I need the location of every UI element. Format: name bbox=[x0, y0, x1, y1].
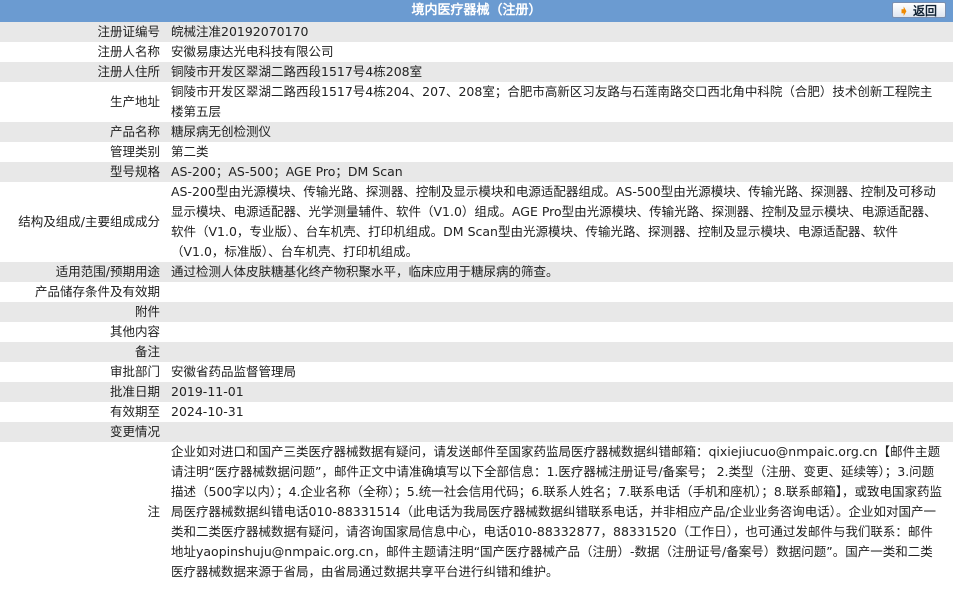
table-row: 变更情况 bbox=[0, 422, 953, 442]
table-row: 生产地址 铜陵市开发区翠湖二路西段1517号4栋204、207、208室；合肥市高… bbox=[0, 82, 953, 122]
table-row: 批准日期 2019-11-01 bbox=[0, 382, 953, 402]
arrow-right-icon: ➧ bbox=[898, 4, 909, 18]
field-label: 产品名称 bbox=[109, 124, 160, 139]
field-label: 有效期至 bbox=[109, 404, 160, 419]
table-row: 结构及组成/主要组成成分 AS-200型由光源模块、传输光路、探测器、控制及显示模… bbox=[0, 182, 953, 262]
field-value: 皖械注准20192070170 bbox=[171, 24, 309, 39]
field-value: 2024-10-31 bbox=[171, 404, 244, 419]
table-row: 附件 bbox=[0, 302, 953, 322]
field-label: 管理类别 bbox=[109, 144, 160, 159]
field-label: 注 bbox=[147, 504, 160, 519]
page-header: 境内医疗器械（注册） ➧ 返回 bbox=[0, 0, 953, 22]
field-label: 注册证编号 bbox=[97, 24, 160, 39]
table-row: 型号规格 AS-200；AS-500；AGE Pro；DM Scan bbox=[0, 162, 953, 182]
field-label: 型号规格 bbox=[109, 164, 160, 179]
field-label: 备注 bbox=[134, 344, 160, 359]
field-value: 铜陵市开发区翠湖二路西段1517号4栋204、207、208室；合肥市高新区习友… bbox=[171, 84, 933, 119]
field-label: 注册人名称 bbox=[97, 44, 160, 59]
field-value: AS-200型由光源模块、传输光路、探测器、控制及显示模块和电源适配器组成。AS… bbox=[171, 184, 937, 259]
field-value: AS-200；AS-500；AGE Pro；DM Scan bbox=[171, 164, 403, 179]
table-row: 注册人住所 铜陵市开发区翠湖二路西段1517号4栋208室 bbox=[0, 62, 953, 82]
field-value: 安徽易康达光电科技有限公司 bbox=[171, 44, 334, 59]
field-value: 安徽省药品监督管理局 bbox=[171, 364, 297, 379]
table-row: 注册人名称 安徽易康达光电科技有限公司 bbox=[0, 42, 953, 62]
table-row: 产品名称 糖尿病无创检测仪 bbox=[0, 122, 953, 142]
field-label: 其他内容 bbox=[109, 324, 160, 339]
field-label: 结构及组成/主要组成成分 bbox=[18, 214, 160, 229]
field-label: 适用范围/预期用途 bbox=[55, 264, 160, 279]
field-value bbox=[171, 422, 953, 442]
field-value bbox=[171, 302, 953, 322]
field-value: 第二类 bbox=[171, 144, 209, 159]
field-value bbox=[171, 342, 953, 362]
field-label: 变更情况 bbox=[109, 424, 160, 439]
field-value bbox=[171, 322, 953, 342]
field-value bbox=[171, 282, 953, 302]
table-row: 其他内容 bbox=[0, 322, 953, 342]
back-button[interactable]: ➧ 返回 bbox=[891, 2, 946, 18]
table-row: 适用范围/预期用途 通过检测人体皮肤糖基化终产物积聚水平，临床应用于糖尿病的筛查。 bbox=[0, 262, 953, 282]
field-label: 批准日期 bbox=[109, 384, 160, 399]
field-value: 糖尿病无创检测仪 bbox=[171, 124, 272, 139]
table-row: 注企业如对进口和国产三类医疗器械数据有疑问，请发送邮件至国家药监局医疗器械数据纠… bbox=[0, 442, 953, 582]
field-label: 生产地址 bbox=[109, 94, 160, 109]
table-row: 备注 bbox=[0, 342, 953, 362]
table-row: 产品储存条件及有效期 bbox=[0, 282, 953, 302]
back-label: 返回 bbox=[912, 4, 937, 18]
table-row: 审批部门 安徽省药品监督管理局 bbox=[0, 362, 953, 382]
field-label: 审批部门 bbox=[109, 364, 160, 379]
field-value: 2019-11-01 bbox=[171, 384, 244, 399]
table-row: 有效期至 2024-10-31 bbox=[0, 402, 953, 422]
field-label: 产品储存条件及有效期 bbox=[34, 284, 160, 299]
field-label: 附件 bbox=[134, 304, 160, 319]
field-value: 通过检测人体皮肤糖基化终产物积聚水平，临床应用于糖尿病的筛查。 bbox=[171, 264, 559, 279]
table-row: 管理类别 第二类 bbox=[0, 142, 953, 162]
field-value: 企业如对进口和国产三类医疗器械数据有疑问，请发送邮件至国家药监局医疗器械数据纠错… bbox=[171, 444, 942, 579]
detail-table: 注册证编号 皖械注准20192070170 注册人名称 安徽易康达光电科技有限公司 注册… bbox=[0, 22, 953, 582]
field-label: 注册人住所 bbox=[97, 64, 160, 79]
field-value: 铜陵市开发区翠湖二路西段1517号4栋208室 bbox=[171, 64, 423, 79]
page-title: 境内医疗器械（注册） bbox=[411, 3, 542, 18]
table-row: 注册证编号 皖械注准20192070170 bbox=[0, 22, 953, 42]
